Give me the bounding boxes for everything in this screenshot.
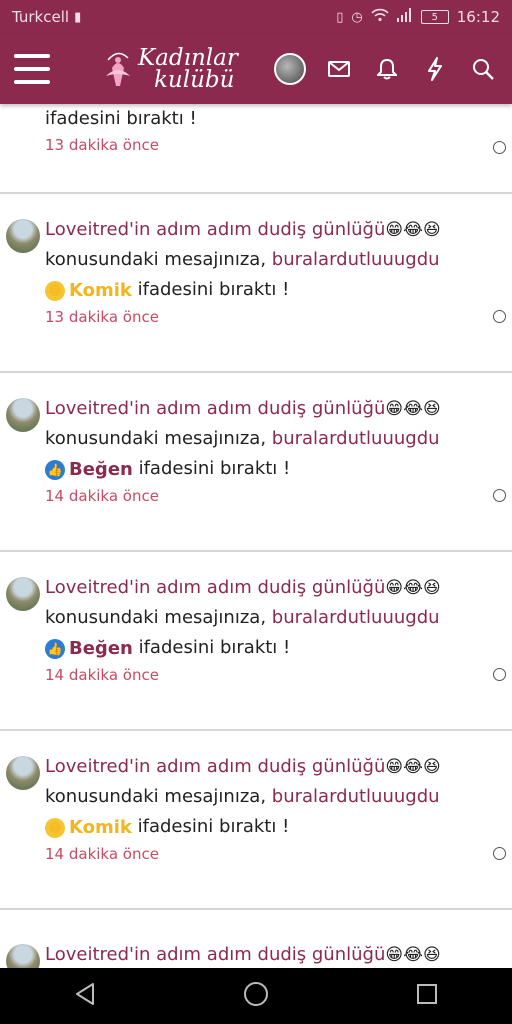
avatar[interactable] (6, 756, 40, 790)
battery-icon: 5 (420, 10, 449, 24)
reaction-badge: 👍 Beğen (45, 455, 133, 485)
logo-text: Kadınlar kulübü (138, 45, 238, 93)
title-emojis: 😁😂😆 (385, 578, 441, 598)
app-bar: Kadınlar kulübü (0, 34, 512, 104)
timestamp: 13 dakika önce (45, 136, 159, 154)
unread-indicator[interactable] (493, 847, 506, 860)
unread-indicator[interactable] (493, 310, 506, 323)
timestamp: 14 dakika önce (45, 487, 159, 505)
alarm-icon: ◷ (351, 9, 363, 25)
back-icon[interactable] (74, 982, 96, 1010)
bell-icon[interactable] (372, 54, 402, 84)
notification-item[interactable]: Loveitred'in adım adım dudiş günlüğü😁😂😆 … (0, 731, 512, 910)
avatar[interactable] (6, 577, 40, 611)
search-icon[interactable] (468, 54, 498, 84)
wifi-icon (371, 8, 389, 26)
thread-title-link[interactable]: Loveitred'in adım adım dudiş günlüğü (45, 398, 385, 419)
username-link[interactable]: buralardutluuugdu (272, 786, 440, 807)
ballerina-logo-icon (102, 46, 134, 92)
reaction-badge: 👍 Beğen (45, 634, 133, 664)
recents-icon[interactable] (416, 983, 438, 1009)
unread-indicator[interactable] (493, 141, 506, 154)
avatar[interactable] (6, 398, 40, 432)
menu-icon[interactable] (14, 54, 50, 84)
title-emojis: 😁😂😆 (385, 220, 441, 240)
home-icon[interactable] (243, 981, 269, 1011)
notification-item[interactable]: ifadesini bıraktı ! 13 dakika önce (0, 104, 512, 194)
mail-icon[interactable] (324, 54, 354, 84)
signal-icon (396, 8, 413, 26)
thumbs-up-icon: 👍 (45, 639, 65, 659)
thread-title-link[interactable]: Loveitred'in adım adım dudiş günlüğü (45, 577, 385, 598)
laughing-emoji-icon: 😂 (45, 818, 65, 838)
lightning-icon[interactable] (420, 54, 450, 84)
vibrate-icon: ▯ (336, 9, 344, 25)
android-nav-bar (0, 968, 512, 1024)
clock: 16:12 (456, 8, 500, 26)
notification-item[interactable]: Loveitred'in adım adım dudiş günlüğü😁😂😆 … (0, 373, 512, 552)
thread-title-link[interactable]: Loveitred'in adım adım dudiş günlüğü (45, 219, 385, 240)
avatar[interactable] (6, 219, 40, 253)
laughing-emoji-icon: 😂 (45, 281, 65, 301)
username-link[interactable]: buralardutluuugdu (272, 249, 440, 270)
reaction-badge: 😂 Komik (45, 813, 132, 843)
thread-title-link[interactable]: Loveitred'in adım adım dudiş günlüğü (45, 944, 385, 965)
notification-item[interactable]: Loveitred'in adım adım dudiş günlüğü😁😂😆 … (0, 194, 512, 373)
username-link[interactable]: buralardutluuugdu (272, 428, 440, 449)
notification-item[interactable]: Loveitred'in adım adım dudiş günlüğü😁😂😆 … (0, 552, 512, 731)
site-logo[interactable]: Kadınlar kulübü (102, 46, 238, 92)
title-emojis: 😁😂😆 (385, 399, 441, 419)
user-avatar[interactable] (274, 53, 306, 85)
timestamp: 14 dakika önce (45, 666, 159, 684)
unread-indicator[interactable] (493, 668, 506, 681)
title-emojis: 😁😂😆 (385, 945, 441, 965)
title-emojis: 😁😂😆 (385, 757, 441, 777)
timestamp: 14 dakika önce (45, 845, 159, 863)
sim-icon: ▮ (74, 9, 82, 25)
reaction-badge: 😂 Komik (45, 276, 132, 306)
timestamp: 13 dakika önce (45, 308, 159, 326)
notification-feed: ifadesini bıraktı ! 13 dakika önce Lovei… (0, 104, 512, 968)
username-link[interactable]: buralardutluuugdu (272, 607, 440, 628)
thread-title-link[interactable]: Loveitred'in adım adım dudiş günlüğü (45, 756, 385, 777)
thumbs-up-icon: 👍 (45, 460, 65, 480)
carrier-name: Turkcell (12, 8, 70, 26)
status-bar: Turkcell ▮ ▯ ◷ 5 16:12 (0, 0, 512, 34)
avatar[interactable] (6, 944, 40, 968)
unread-indicator[interactable] (493, 489, 506, 502)
notification-item[interactable]: Loveitred'in adım adım dudiş günlüğü😁😂😆 (0, 910, 512, 968)
